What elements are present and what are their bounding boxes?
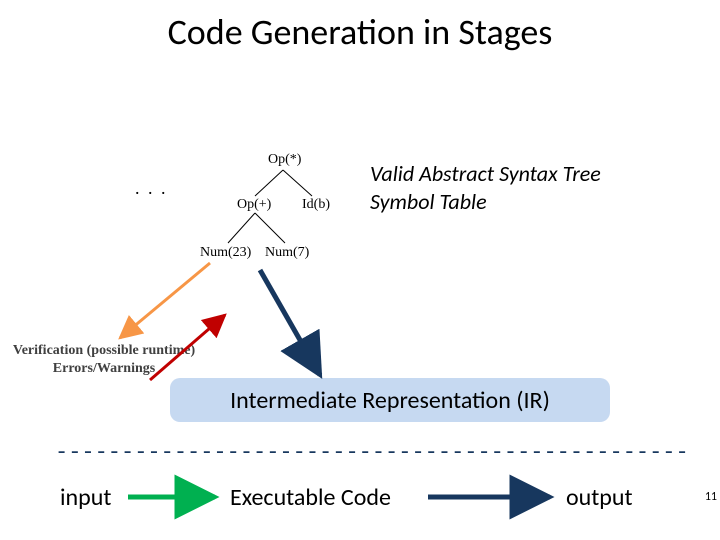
ast-caption: Valid Abstract Syntax Tree Symbol Table	[370, 160, 601, 215]
ast-caption-line2: Symbol Table	[370, 188, 601, 216]
dashed-divider: ----------------------------------------…	[55, 440, 675, 465]
tree-node-id-b: Id(b)	[302, 197, 330, 213]
tree-ellipsis: . . .	[135, 178, 168, 199]
tree-node-num7: Num(7)	[265, 245, 309, 261]
arrow-ast-to-ir	[260, 270, 320, 375]
tree-node-num23: Num(23)	[200, 245, 251, 261]
verification-label: Verification (possible runtime) Errors/W…	[4, 342, 204, 377]
slide-title: Code Generation in Stages	[0, 10, 720, 54]
page-number: 11	[705, 490, 717, 504]
tree-node-op-plus: Op(+)	[237, 197, 271, 213]
output-label: output	[566, 483, 633, 512]
arrow-ast-to-verification	[120, 263, 210, 338]
verification-line1: Verification (possible runtime)	[4, 342, 204, 360]
ir-label: Intermediate Representation (IR)	[230, 386, 550, 415]
tree-node-op-star: Op(*)	[268, 152, 301, 168]
ir-box: Intermediate Representation (IR)	[170, 378, 610, 422]
executable-code-label: Executable Code	[230, 483, 391, 512]
verification-line2: Errors/Warnings	[4, 360, 204, 378]
input-label: input	[60, 483, 111, 512]
ast-caption-line1: Valid Abstract Syntax Tree	[370, 160, 601, 188]
